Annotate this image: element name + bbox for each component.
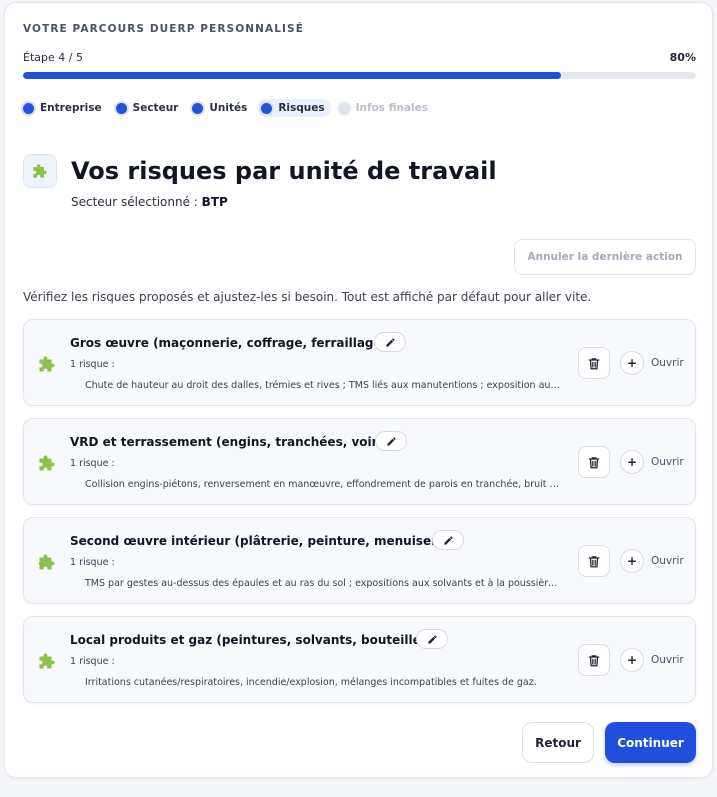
stepper-item-label: Entreprise xyxy=(40,102,102,114)
unit-risk-count: 1 risque : xyxy=(70,458,115,469)
sector-prefix: Secteur sélectionné : xyxy=(71,195,198,209)
open-unit-button[interactable]: + xyxy=(620,450,644,474)
delete-unit-button[interactable] xyxy=(578,644,610,676)
open-unit-button[interactable]: + xyxy=(620,549,644,573)
unit-card: Gros œuvre (maçonnerie, coffrage, ferrai… xyxy=(23,319,696,406)
unit-card: Local produits et gaz (peintures, solvan… xyxy=(23,616,696,703)
intro-text: Vérifiez les risques proposés et ajustez… xyxy=(23,290,592,304)
puzzle-piece-icon xyxy=(39,356,55,372)
stepper-item-secteur[interactable]: Secteur xyxy=(112,99,185,117)
risk-step-card: VOTRE PARCOURS DUERP PERSONNALISÉ Étape … xyxy=(4,2,713,778)
unit-card: VRD et terrassement (engins, tranchées, … xyxy=(23,418,696,505)
plus-icon: + xyxy=(626,356,638,370)
open-unit-label[interactable]: Ouvrir xyxy=(651,357,684,369)
puzzle-piece-icon xyxy=(38,554,55,570)
page-title: Vos risques par unité de travail xyxy=(71,157,497,185)
progress-bar-fill xyxy=(23,72,562,79)
unit-title: Local produits et gaz (peintures, solvan… xyxy=(70,633,434,647)
step-dot-icon xyxy=(115,102,127,114)
edit-unit-button[interactable] xyxy=(416,629,448,649)
delete-unit-button[interactable] xyxy=(578,446,610,478)
stepper-item-risques[interactable]: Risques xyxy=(257,99,331,117)
open-unit-button[interactable]: + xyxy=(620,351,644,375)
trash-icon xyxy=(588,357,600,369)
open-unit-label[interactable]: Ouvrir xyxy=(651,654,684,666)
step-dot-icon xyxy=(23,102,34,114)
sector-value: BTP xyxy=(201,195,228,209)
journey-kicker: VOTRE PARCOURS DUERP PERSONNALISÉ xyxy=(23,23,304,35)
step-dot-icon xyxy=(338,102,350,114)
stepper-item-label: Risques xyxy=(278,102,325,114)
stepper-item-entreprise[interactable]: Entreprise xyxy=(19,99,108,117)
unit-title: Second œuvre intérieur (plâtrerie, peint… xyxy=(70,534,455,548)
stepper-item-label: Unités xyxy=(209,102,248,114)
unit-title: Gros œuvre (maçonnerie, coffrage, ferrai… xyxy=(70,336,388,350)
selected-sector: Secteur sélectionné : BTP xyxy=(71,195,228,209)
step-counter: Étape 4 / 5 xyxy=(23,51,83,64)
unit-risk-description: TMS par gestes au-dessus des épaules et … xyxy=(85,578,561,589)
unit-risk-description: Irritations cutanées/respiratoires, ince… xyxy=(85,677,537,688)
stepper-item-label: Infos finales xyxy=(355,102,429,114)
stepper-item-label: Secteur xyxy=(132,102,179,114)
open-unit-label[interactable]: Ouvrir xyxy=(651,456,684,468)
pencil-icon xyxy=(385,337,395,347)
unit-risk-description: Chute de hauteur au droit des dalles, tr… xyxy=(85,380,561,391)
pencil-icon xyxy=(443,535,453,545)
pencil-icon xyxy=(427,634,437,644)
plus-icon: + xyxy=(626,554,638,568)
step-dot-icon xyxy=(261,102,273,114)
unit-risk-count: 1 risque : xyxy=(70,656,115,667)
progress-header: Étape 4 / 5 80% xyxy=(23,51,696,64)
plus-icon: + xyxy=(626,653,638,667)
delete-unit-button[interactable] xyxy=(578,545,610,577)
puzzle-piece-icon xyxy=(39,455,55,471)
puzzle-piece-icon xyxy=(39,653,55,669)
progress-bar xyxy=(23,72,696,79)
edit-unit-button[interactable] xyxy=(432,530,464,550)
puzzle-piece-icon xyxy=(23,154,57,188)
edit-unit-button[interactable] xyxy=(375,431,407,451)
trash-icon xyxy=(588,456,600,468)
undo-last-action-button[interactable]: Annuler la dernière action xyxy=(514,239,696,275)
edit-unit-button[interactable] xyxy=(374,332,406,352)
trash-icon xyxy=(588,654,600,666)
stepper: Entreprise Secteur Unités Risques Infos … xyxy=(19,99,434,117)
stepper-item-infos-finales: Infos finales xyxy=(335,99,434,117)
stepper-item-unites[interactable]: Unités xyxy=(188,99,253,117)
plus-icon: + xyxy=(626,455,638,469)
unit-risk-count: 1 risque : xyxy=(70,557,115,568)
open-unit-button[interactable]: + xyxy=(620,648,644,672)
delete-unit-button[interactable] xyxy=(578,347,610,379)
unit-card: Second œuvre intérieur (plâtrerie, peint… xyxy=(23,517,696,604)
continue-button[interactable]: Continuer xyxy=(605,722,696,763)
step-dot-icon xyxy=(192,102,204,114)
back-button[interactable]: Retour xyxy=(522,722,594,763)
progress-percent: 80% xyxy=(669,51,696,64)
unit-risk-count: 1 risque : xyxy=(70,359,115,370)
pencil-icon xyxy=(386,436,396,446)
open-unit-label[interactable]: Ouvrir xyxy=(651,555,684,567)
unit-risk-description: Collision engins-piétons, renversement e… xyxy=(85,479,561,490)
unit-title: VRD et terrassement (engins, tranchées, … xyxy=(70,435,396,449)
trash-icon xyxy=(588,555,600,567)
